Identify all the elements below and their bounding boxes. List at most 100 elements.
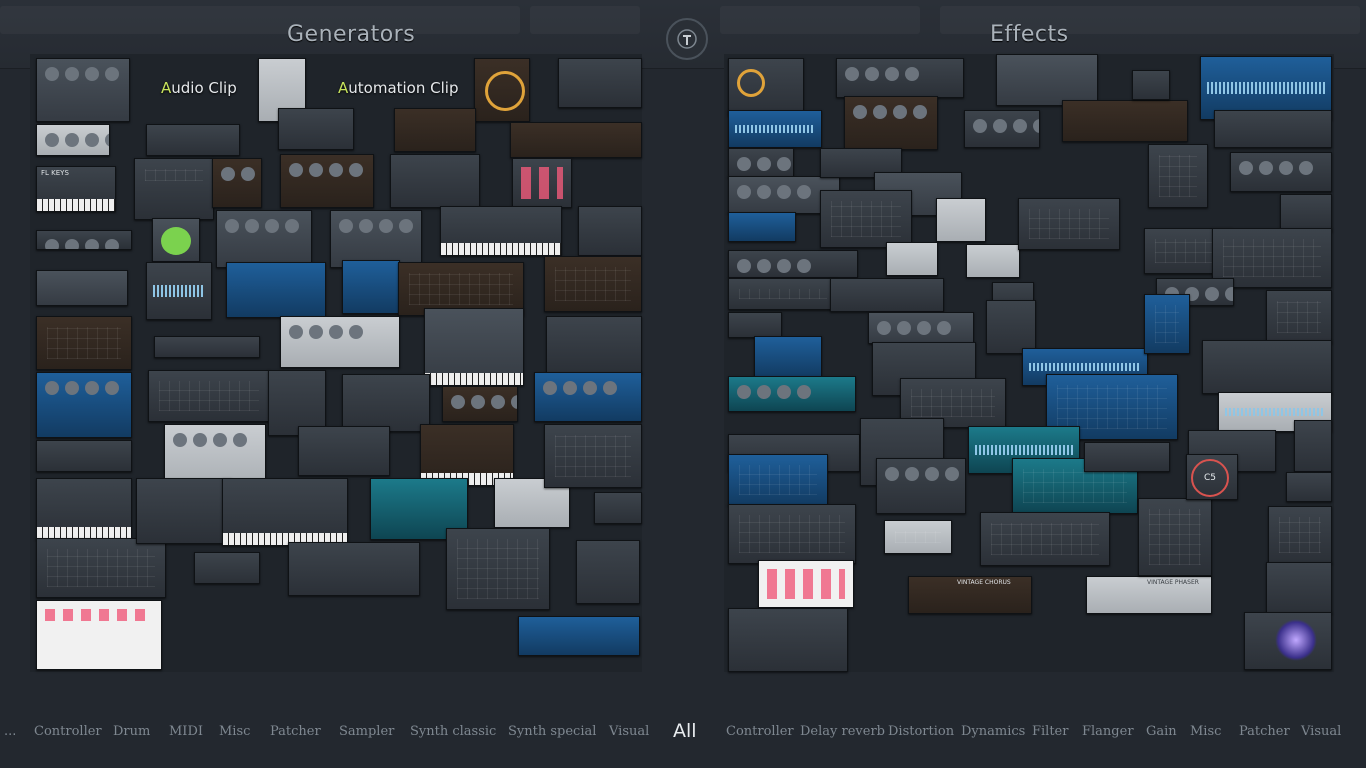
effect-plugin-fruity-filter[interactable] — [728, 278, 838, 310]
effect-plugin-spectroman[interactable] — [728, 454, 828, 506]
effect-plugin-peak-controller[interactable] — [1138, 498, 1212, 576]
effect-plugin-fruity-db-meter[interactable] — [1148, 144, 1208, 208]
effect-plugin-fruity-reeverb-2[interactable] — [1202, 340, 1332, 394]
tab-effect-gain[interactable]: Gain — [1146, 724, 1177, 739]
generator-plugin-color-grid[interactable] — [594, 492, 642, 524]
tab-effect-dynamics[interactable]: Dynamics — [961, 724, 1025, 739]
effect-plugin-vintage-chorus[interactable]: VINTAGE CHORUS — [908, 576, 1032, 614]
effect-plugin-fruity-parametric[interactable] — [844, 96, 938, 150]
generator-plugin-poizone[interactable] — [420, 424, 514, 486]
tab-effect-filter[interactable]: Filter — [1032, 724, 1068, 739]
effect-plugin-fruity-flangus[interactable] — [728, 376, 856, 412]
effect-plugin-fruity-blood-overdrive[interactable] — [728, 148, 794, 178]
generator-plugin-fruity-slicer[interactable] — [134, 158, 214, 220]
effect-plugin-fruity-notebook[interactable] — [830, 278, 944, 312]
effect-plugin-fruity-notebook-light[interactable] — [886, 242, 938, 276]
generator-plugin-harmless-red[interactable] — [544, 256, 642, 312]
generator-plugin-midi-list[interactable] — [576, 540, 640, 604]
generator-plugin-fruity-kick[interactable] — [280, 316, 400, 368]
generator-plugin-harmless[interactable] — [36, 316, 132, 370]
effect-plugin-mini-meter[interactable] — [1132, 70, 1170, 100]
effect-plugin-fruity-stereo-shaper[interactable] — [820, 190, 912, 248]
tabs-overflow-indicator[interactable]: ... — [4, 724, 16, 739]
generator-plugin-fruity-envelope[interactable] — [446, 528, 550, 610]
generator-plugin-boobass[interactable] — [36, 230, 132, 250]
generator-plugin-midi-out[interactable] — [36, 440, 132, 472]
fruit-logo-icon[interactable] — [666, 18, 708, 60]
generator-plugin-drumsynth[interactable] — [212, 158, 262, 208]
tab-generator-visual[interactable]: Visual — [609, 724, 649, 739]
generator-plugin-beepmap-knob[interactable] — [474, 58, 530, 122]
generator-plugin-vfx-envelope[interactable] — [518, 616, 640, 656]
effect-plugin-convolver[interactable] — [754, 336, 822, 378]
effect-plugin-fast-lp[interactable] — [728, 312, 782, 338]
generator-plugin-toxic-biohazard[interactable] — [510, 122, 642, 158]
tab-effect-distortion[interactable]: Distortion — [888, 724, 954, 739]
generator-plugin-fruity-pad-controller[interactable] — [394, 108, 476, 152]
effect-plugin-fruity-notebook-light-2[interactable] — [966, 244, 1020, 278]
generator-plugin-fpc-pads[interactable] — [512, 158, 572, 208]
effect-plugin-graph-editor[interactable] — [884, 520, 952, 554]
effect-plugin-eq-bands[interactable] — [728, 110, 822, 148]
generator-plugin-piano-roll[interactable] — [36, 600, 162, 670]
generator-plugin-morphine[interactable] — [424, 308, 524, 386]
tab-effect-controller[interactable]: Controller — [726, 724, 794, 739]
effect-plugin-fruity-formula[interactable] — [728, 608, 848, 672]
generator-plugin-fpc-small[interactable] — [36, 270, 128, 306]
tab-generator-misc[interactable]: Misc — [219, 724, 250, 739]
generator-plugin-minisynth[interactable] — [222, 478, 348, 546]
generator-plugin-patcher-map[interactable] — [342, 374, 430, 432]
tab-generator-midi[interactable]: MIDI — [169, 724, 203, 739]
generator-plugin-fruity-granulizer[interactable] — [216, 210, 312, 268]
tab-generator-drum[interactable]: Drum — [113, 724, 150, 739]
generator-plugin-synth1[interactable] — [544, 424, 642, 488]
generator-plugin-directwave[interactable] — [546, 316, 642, 374]
effect-plugin-fruity-dance[interactable] — [1244, 612, 1332, 670]
effect-plugin-fruity-compressor[interactable] — [728, 250, 858, 278]
generator-plugin-bassdrum[interactable] — [36, 124, 110, 156]
effect-plugin-maximus[interactable] — [836, 58, 964, 98]
generator-plugin-sawer[interactable] — [578, 206, 642, 256]
audio-clip-label[interactable]: Audio Clip — [161, 79, 237, 97]
tab-effect-misc[interactable]: Misc — [1190, 724, 1221, 739]
generator-plugin-fruity-html-notebook[interactable] — [278, 108, 354, 150]
effect-plugin-multiband[interactable] — [728, 212, 796, 242]
tab-generator-synth-special[interactable]: Synth special — [508, 724, 596, 739]
effect-plugin-fruity-multiband-compressor[interactable] — [1268, 506, 1332, 564]
effect-plugin-envelope-fx[interactable] — [728, 504, 856, 564]
generator-plugin-edison[interactable] — [146, 262, 212, 320]
generator-plugin-layer[interactable] — [136, 478, 232, 544]
effect-plugin-fruity-balance[interactable] — [986, 300, 1036, 354]
effect-plugin-fruity-html-note[interactable] — [936, 198, 986, 242]
generator-plugin-mascot[interactable] — [152, 218, 200, 262]
effect-plugin-fruity-vocoder[interactable] — [868, 312, 974, 344]
tab-effect-visual[interactable]: Visual — [1301, 724, 1341, 739]
effect-plugin-wave-display[interactable] — [996, 54, 1098, 106]
effect-plugin-fruity-stereo-enhancer[interactable] — [1144, 294, 1190, 354]
effect-plugin-fruity-fast-dist[interactable] — [1062, 100, 1188, 142]
effect-plugin-fruity-mute[interactable] — [1266, 562, 1332, 614]
automation-clip-label[interactable]: Automation Clip — [338, 79, 458, 97]
generator-plugin-fruity-dx10[interactable] — [36, 478, 132, 540]
tab-generator-sampler[interactable]: Sampler — [339, 724, 394, 739]
generator-plugin-beepmap[interactable] — [558, 58, 642, 108]
effect-plugin-fruity-limiter-knobs[interactable] — [728, 58, 804, 116]
generator-plugin-video-player[interactable] — [226, 262, 326, 318]
tab-effect-delay-reverb[interactable]: Delay reverb — [800, 724, 885, 739]
generator-plugin-autogun[interactable] — [442, 386, 518, 422]
generator-plugin-flex[interactable] — [390, 154, 480, 208]
effect-plugin-pitch-wheel[interactable]: C5 — [1186, 454, 1238, 500]
generator-plugin-toxic[interactable] — [534, 372, 642, 422]
generator-plugin-drumaxx[interactable] — [36, 372, 132, 438]
generator-plugin-groove-machine[interactable] — [342, 260, 400, 314]
generator-plugin-fl-keys[interactable]: FL KEYS — [36, 166, 116, 212]
generator-plugin-envelope-controller[interactable] — [36, 538, 166, 598]
tab-all[interactable]: All — [673, 720, 697, 742]
effect-plugin-fruity-panomatic[interactable] — [1266, 290, 1332, 344]
generator-plugin-harmor[interactable] — [280, 154, 374, 208]
effect-plugin-time-display[interactable] — [1214, 110, 1332, 148]
generator-plugin-transistor-bass[interactable] — [440, 206, 562, 256]
tab-effect-flanger[interactable]: Flanger — [1082, 724, 1134, 739]
effect-plugin-vintage-phaser[interactable]: VINTAGE PHASER — [1086, 576, 1212, 614]
effect-plugin-fruity-send[interactable] — [1294, 420, 1332, 472]
